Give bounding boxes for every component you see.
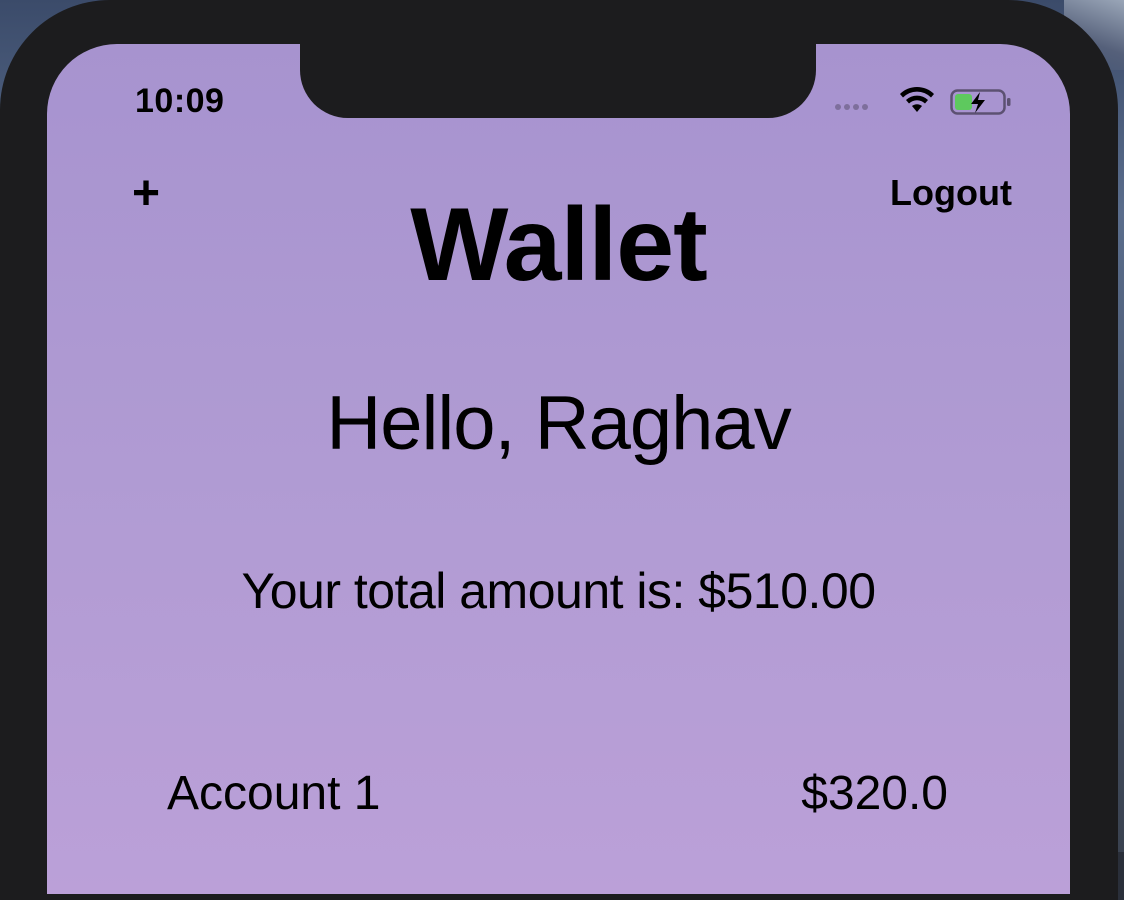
total-amount-text: Your total amount is: $510.00 — [241, 563, 876, 619]
page-title: Wallet — [410, 187, 707, 303]
wifi-icon — [900, 86, 934, 112]
account-name: Account 1 — [167, 767, 381, 820]
greeting-text: Hello, Raghav — [326, 381, 791, 466]
signal-icon — [835, 104, 868, 110]
battery-charging-icon — [950, 89, 1011, 115]
status-time: 10:09 — [135, 82, 225, 120]
notch — [300, 44, 816, 118]
account-row[interactable]: Account 1 $320.0 — [167, 766, 948, 821]
phone-frame: 10:09 + Logout Wallet Hello, Raghav Your… — [0, 0, 1118, 900]
app-screen: 10:09 + Logout Wallet Hello, Raghav Your… — [47, 44, 1070, 894]
account-amount: $320.0 — [801, 767, 948, 820]
